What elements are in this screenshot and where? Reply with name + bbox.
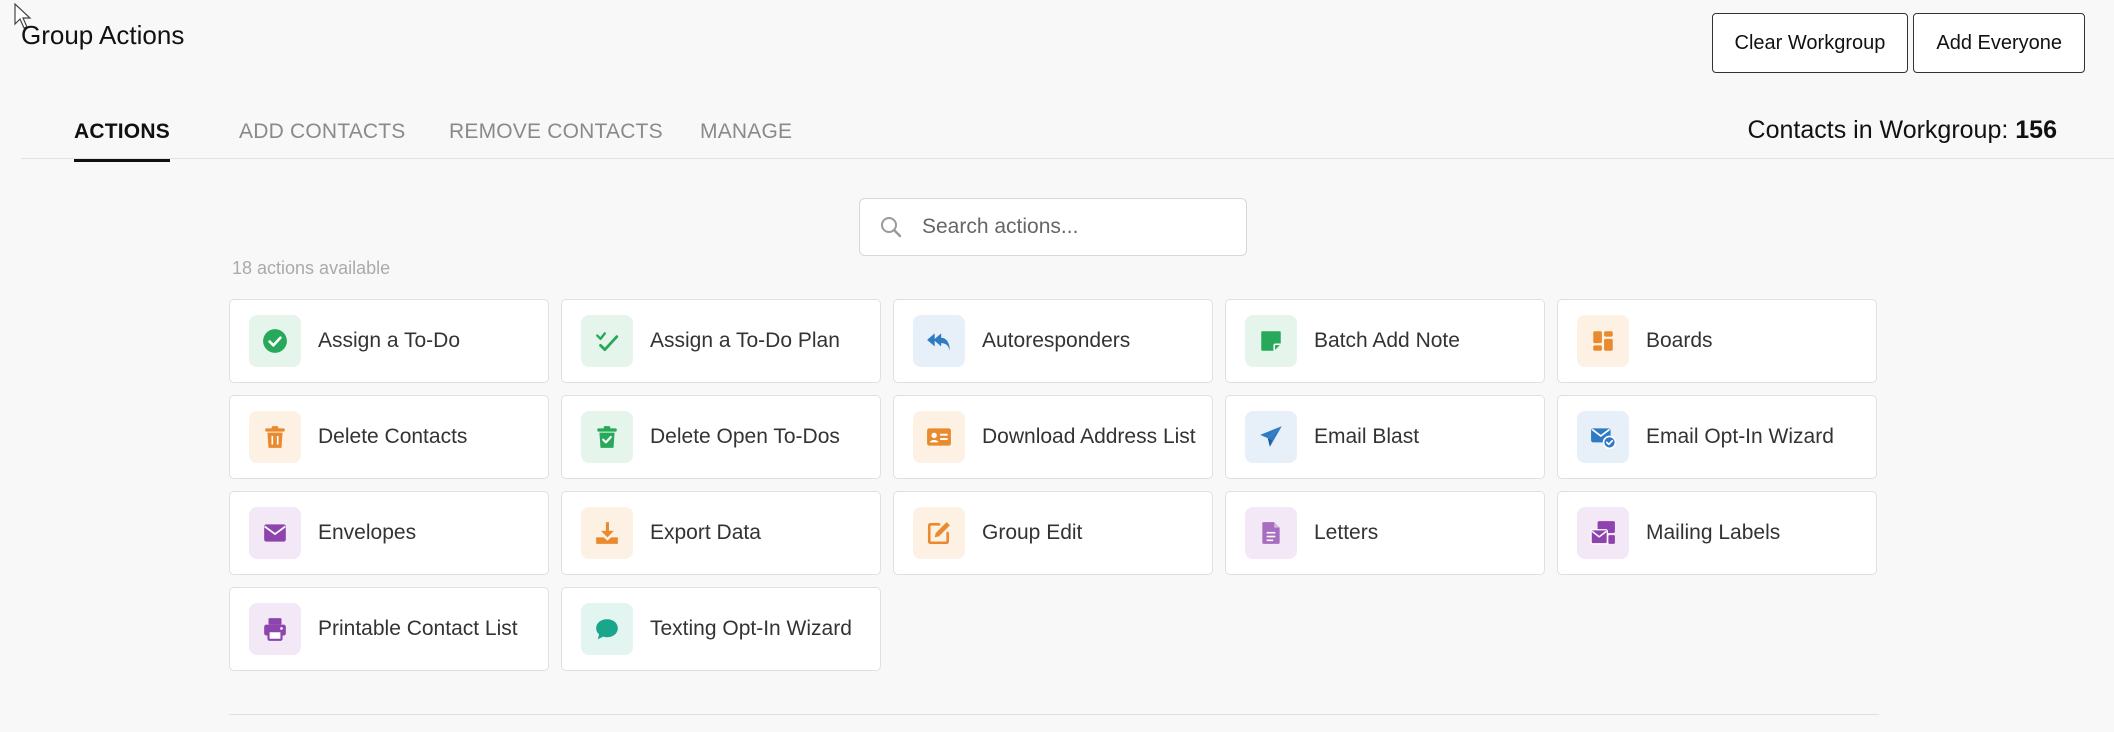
tab-manage[interactable]: MANAGE	[700, 120, 792, 159]
action-card-label: Email Opt-In Wizard	[1646, 425, 1834, 448]
action-card-assign-a-to-do[interactable]: Assign a To-Do	[229, 299, 549, 383]
action-card-envelopes[interactable]: Envelopes	[229, 491, 549, 575]
comment-icon	[581, 603, 633, 655]
action-card-email-opt-in-wizard[interactable]: Email Opt-In Wizard	[1557, 395, 1877, 479]
actions-grid: Assign a To-Do Assign a To-Do Plan Autor…	[229, 299, 1879, 671]
action-card-label: Export Data	[650, 521, 761, 544]
action-card-download-address-list[interactable]: Download Address List	[893, 395, 1213, 479]
trash-check-icon	[581, 411, 633, 463]
search-input[interactable]	[920, 214, 1224, 240]
checks-icon	[581, 315, 633, 367]
download-icon	[581, 507, 633, 559]
action-card-letters[interactable]: Letters	[1225, 491, 1545, 575]
trash-icon	[249, 411, 301, 463]
address-card-icon	[913, 411, 965, 463]
action-card-label: Mailing Labels	[1646, 521, 1781, 544]
action-card-batch-add-note[interactable]: Batch Add Note	[1225, 299, 1545, 383]
tab-actions[interactable]: ACTIONS	[74, 120, 170, 162]
action-card-group-edit[interactable]: Group Edit	[893, 491, 1213, 575]
action-card-label: Download Address List	[982, 425, 1196, 448]
action-card-label: Texting Opt-In Wizard	[650, 617, 852, 640]
action-card-label: Delete Contacts	[318, 425, 468, 448]
add-everyone-button[interactable]: Add Everyone	[1913, 13, 2085, 73]
action-card-autoresponders[interactable]: Autoresponders	[893, 299, 1213, 383]
action-card-assign-a-to-do-plan[interactable]: Assign a To-Do Plan	[561, 299, 881, 383]
mail-bulk-icon	[1577, 507, 1629, 559]
action-card-label: Batch Add Note	[1314, 329, 1460, 352]
page-title: Group Actions	[21, 20, 185, 50]
action-card-label: Assign a To-Do	[318, 329, 461, 352]
contacts-count-value: 156	[2015, 116, 2057, 144]
search-icon	[881, 217, 902, 238]
contacts-in-workgroup: Contacts in Workgroup: 156	[1748, 116, 2057, 145]
clear-workgroup-button[interactable]: Clear Workgroup	[1711, 13, 1909, 73]
action-card-label: Group Edit	[982, 521, 1083, 544]
action-card-label: Envelopes	[318, 521, 417, 544]
sticky-note-icon	[1245, 315, 1297, 367]
action-card-delete-open-to-dos[interactable]: Delete Open To-Dos	[561, 395, 881, 479]
action-card-label: Boards	[1646, 329, 1713, 352]
envelope-icon	[249, 507, 301, 559]
actions-available-count: 18 actions available	[232, 258, 391, 278]
action-card-texting-opt-in-wizard[interactable]: Texting Opt-In Wizard	[561, 587, 881, 671]
action-card-printable-contact-list[interactable]: Printable Contact List	[229, 587, 549, 671]
envelope-check-icon	[1577, 411, 1629, 463]
boards-icon	[1577, 315, 1629, 367]
action-card-label: Assign a To-Do Plan	[650, 329, 840, 352]
paper-plane-icon	[1245, 411, 1297, 463]
action-card-label: Letters	[1314, 521, 1379, 544]
action-card-label: Email Blast	[1314, 425, 1420, 448]
edit-icon	[913, 507, 965, 559]
tab-add-contacts[interactable]: ADD CONTACTS	[239, 120, 406, 159]
print-icon	[249, 603, 301, 655]
contacts-count-label: Contacts in Workgroup:	[1747, 116, 2009, 144]
action-card-delete-contacts[interactable]: Delete Contacts	[229, 395, 549, 479]
search-box	[859, 198, 1247, 256]
reply-all-icon	[913, 315, 965, 367]
check-circle-icon	[249, 315, 301, 367]
action-card-mailing-labels[interactable]: Mailing Labels	[1557, 491, 1877, 575]
action-card-label: Printable Contact List	[318, 617, 518, 640]
header-buttons: Clear Workgroup Add Everyone	[1711, 13, 2085, 73]
action-card-label: Delete Open To-Dos	[650, 425, 840, 448]
action-card-export-data[interactable]: Export Data	[561, 491, 881, 575]
action-card-boards[interactable]: Boards	[1557, 299, 1877, 383]
action-card-email-blast[interactable]: Email Blast	[1225, 395, 1545, 479]
divider	[229, 714, 1879, 715]
tab-remove-contacts[interactable]: REMOVE CONTACTS	[449, 120, 663, 159]
action-card-label: Autoresponders	[982, 329, 1131, 352]
file-text-icon	[1245, 507, 1297, 559]
